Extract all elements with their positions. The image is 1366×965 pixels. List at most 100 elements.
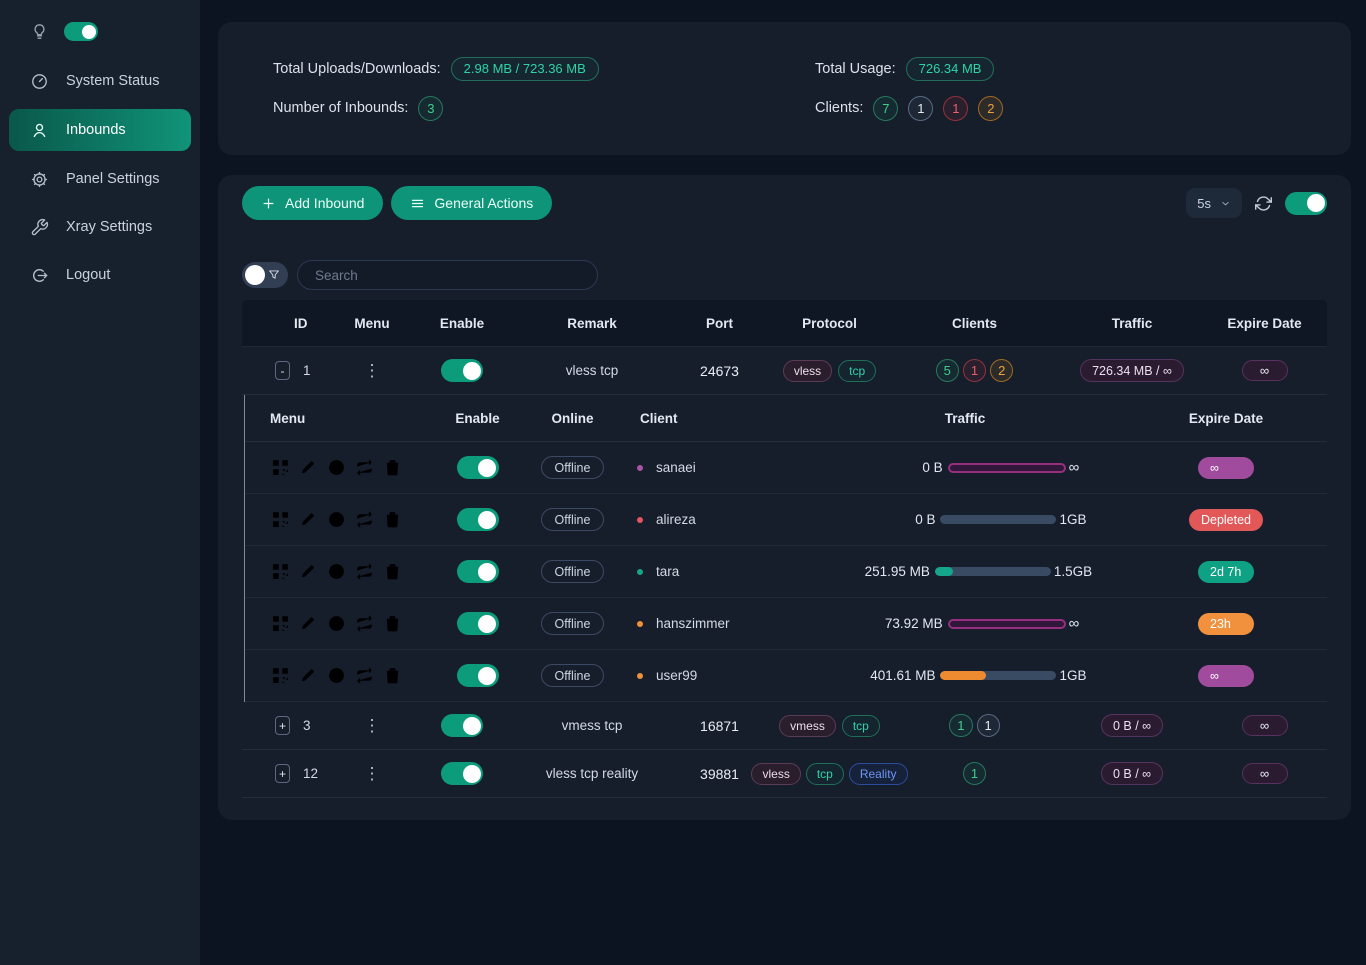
protocol-badge: vless xyxy=(751,763,800,785)
client-name: alireza xyxy=(656,512,696,527)
traffic-limit: ∞ xyxy=(1069,615,1080,632)
traffic-progress xyxy=(940,515,1056,524)
client-name: tara xyxy=(656,564,679,579)
user-icon xyxy=(30,121,49,140)
delete-icon[interactable] xyxy=(382,457,403,478)
info-icon[interactable] xyxy=(326,457,347,478)
add-inbound-label: Add Inbound xyxy=(285,195,364,211)
client-expiry-badge: ∞ xyxy=(1198,457,1254,479)
inbound-enable-toggle[interactable] xyxy=(441,762,483,785)
logout-icon xyxy=(30,266,49,285)
inbound-id: 3 xyxy=(303,718,311,733)
delete-icon[interactable] xyxy=(382,613,403,634)
filter-toggle[interactable] xyxy=(242,262,288,288)
inbounds-count-badge: 3 xyxy=(418,96,443,121)
info-icon[interactable] xyxy=(326,613,347,634)
sidebar: System Status Inbounds Panel Settings Xr… xyxy=(0,0,200,965)
inbound-enable-toggle[interactable] xyxy=(441,714,483,737)
traffic-used: 73.92 MB xyxy=(851,616,943,631)
stat-label: Clients: xyxy=(815,100,863,116)
reset-traffic-icon[interactable] xyxy=(354,509,375,530)
inbound-id: 12 xyxy=(303,766,318,781)
refresh-interval-select[interactable]: 5s xyxy=(1186,188,1242,218)
search-input[interactable] xyxy=(297,260,598,290)
client-color-dot xyxy=(637,673,643,679)
theme-toggle[interactable] xyxy=(64,22,98,41)
client-enable-toggle[interactable] xyxy=(457,456,499,479)
client-row: Offline tara 251.95 MB 1.5GB 2d 7h xyxy=(245,546,1327,598)
qr-code-icon[interactable] xyxy=(270,457,291,478)
expand-row-button[interactable]: + xyxy=(275,716,290,735)
sidebar-item-inbounds[interactable]: Inbounds xyxy=(9,109,191,151)
protocol-badge: vmess xyxy=(779,715,836,737)
column-header: Expire Date xyxy=(1125,411,1327,426)
edit-icon[interactable] xyxy=(298,457,319,478)
client-enable-toggle[interactable] xyxy=(457,508,499,531)
general-actions-button[interactable]: General Actions xyxy=(391,186,552,220)
client-expiry-badge: ∞ xyxy=(1198,665,1254,687)
traffic-progress xyxy=(948,619,1066,629)
row-menu-button[interactable]: ⋮ xyxy=(364,362,381,379)
row-menu-button[interactable]: ⋮ xyxy=(364,765,381,782)
traffic-used: 0 B xyxy=(843,512,935,527)
sidebar-item-label: System Status xyxy=(66,73,159,89)
info-icon[interactable] xyxy=(326,509,347,530)
usage-value-badge: 726.34 MB xyxy=(906,57,995,81)
qr-code-icon[interactable] xyxy=(270,665,291,686)
gear-icon xyxy=(30,170,49,189)
reset-traffic-icon[interactable] xyxy=(354,457,375,478)
number-of-inbounds: Number of Inbounds: 3 xyxy=(273,96,815,121)
delete-icon[interactable] xyxy=(382,509,403,530)
auto-refresh-toggle[interactable] xyxy=(1285,192,1327,215)
clients-count-badge: 2 xyxy=(990,359,1013,382)
subtable-header: Menu Enable Online Client Traffic Expire… xyxy=(245,395,1327,442)
collapse-row-button[interactable]: - xyxy=(275,361,290,380)
qr-code-icon[interactable] xyxy=(270,509,291,530)
add-inbound-button[interactable]: Add Inbound xyxy=(242,186,383,220)
sidebar-item-logout[interactable]: Logout xyxy=(0,255,200,295)
inbound-row: + 12 ⋮ vless tcp reality 39881 vless tcp… xyxy=(242,750,1327,798)
sidebar-item-panel-settings[interactable]: Panel Settings xyxy=(0,159,200,199)
client-enable-toggle[interactable] xyxy=(457,664,499,687)
qr-code-icon[interactable] xyxy=(270,613,291,634)
client-enable-toggle[interactable] xyxy=(457,560,499,583)
client-enable-toggle[interactable] xyxy=(457,612,499,635)
client-color-dot xyxy=(637,569,643,575)
protocol-badge: tcp xyxy=(806,763,844,785)
info-icon[interactable] xyxy=(326,665,347,686)
qr-code-icon[interactable] xyxy=(270,561,291,582)
reset-traffic-icon[interactable] xyxy=(354,561,375,582)
wrench-icon xyxy=(30,218,49,237)
dashboard-icon xyxy=(30,72,49,91)
refresh-icon[interactable] xyxy=(1255,195,1272,212)
delete-icon[interactable] xyxy=(382,561,403,582)
column-header: Client xyxy=(605,411,805,426)
edit-icon[interactable] xyxy=(298,509,319,530)
inbound-enable-toggle[interactable] xyxy=(441,359,483,382)
sidebar-item-label: Logout xyxy=(66,267,110,283)
reset-traffic-icon[interactable] xyxy=(354,665,375,686)
protocol-badge: tcp xyxy=(842,715,880,737)
clients-count-badge: 1 xyxy=(943,96,968,121)
sidebar-item-label: Xray Settings xyxy=(66,219,152,235)
total-usage: Total Usage: 726.34 MB xyxy=(815,57,1296,81)
client-row: Offline user99 401.61 MB 1GB ∞ xyxy=(245,650,1327,702)
sidebar-item-xray-settings[interactable]: Xray Settings xyxy=(0,207,200,247)
sidebar-item-system-status[interactable]: System Status xyxy=(0,61,200,101)
traffic-limit: 1GB xyxy=(1059,668,1086,683)
general-actions-label: General Actions xyxy=(434,195,533,211)
edit-icon[interactable] xyxy=(298,561,319,582)
clients-count-badge: 1 xyxy=(908,96,933,121)
traffic-limit: 1.5GB xyxy=(1054,564,1092,579)
traffic-progress xyxy=(940,671,1056,680)
edit-icon[interactable] xyxy=(298,613,319,634)
delete-icon[interactable] xyxy=(382,665,403,686)
protocol-badge: tcp xyxy=(838,360,876,382)
info-icon[interactable] xyxy=(326,561,347,582)
clients-count-badge: 5 xyxy=(936,359,959,382)
column-header: Enable xyxy=(407,316,517,331)
expand-row-button[interactable]: + xyxy=(275,764,290,783)
edit-icon[interactable] xyxy=(298,665,319,686)
reset-traffic-icon[interactable] xyxy=(354,613,375,634)
row-menu-button[interactable]: ⋮ xyxy=(364,717,381,734)
